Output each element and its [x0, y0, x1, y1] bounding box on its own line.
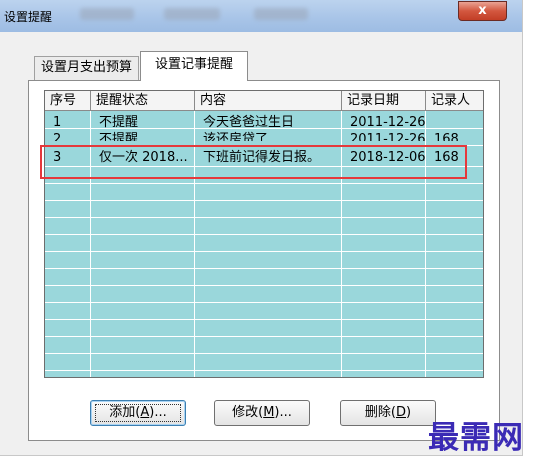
window-title: 设置提醒: [4, 10, 53, 24]
cell-content: 该还房贷了: [203, 132, 269, 141]
grid-line: [45, 251, 483, 252]
column-header-date[interactable]: 记录日期: [342, 91, 426, 110]
tab-monthly-budget[interactable]: 设置月支出预算: [34, 56, 139, 80]
blurred-title-text: [254, 8, 308, 20]
grid-line: [45, 319, 483, 320]
grid-line: [45, 353, 483, 354]
cell-status: 不提醒: [99, 115, 139, 130]
delete-button-suffix: ): [406, 405, 412, 420]
edit-button[interactable]: 修改(M)...: [214, 400, 310, 426]
highlight-annotation-box: [40, 145, 467, 179]
cell-index: 1: [53, 115, 62, 130]
edit-button-mnemonic: M: [263, 405, 275, 420]
cell-date: 2011-12-26: [350, 115, 426, 130]
title-bar[interactable]: 设置提醒 x: [0, 0, 522, 32]
focus-rectangle: [95, 404, 181, 422]
column-header-content[interactable]: 内容: [195, 91, 342, 110]
table-row[interactable]: 2 不提醒 该还房贷了 2011-12-26 168: [45, 131, 483, 141]
cell-content: 今天爸爸过生日: [203, 115, 295, 130]
screen: 设置提醒 x 设置月支出预算 设置记事提醒 序号 提醒状态 内容 记录日期 记录…: [0, 0, 541, 464]
grid-line: [45, 302, 483, 303]
tab-note-reminders[interactable]: 设置记事提醒: [140, 51, 248, 81]
grid-line: [45, 217, 483, 218]
cell-recorder: 168: [434, 132, 459, 141]
grid-line: [45, 183, 483, 184]
delete-button-mnemonic: D: [395, 405, 406, 420]
grid-line: [45, 336, 483, 337]
cell-date: 2011-12-26: [350, 132, 426, 141]
close-button[interactable]: x: [458, 1, 507, 21]
edit-button-label: 修改(: [232, 405, 264, 420]
grid-line: [45, 370, 483, 371]
reminder-list[interactable]: 序号 提醒状态 内容 记录日期 记录人 1 不提醒 今天爸爸过生日 2011-1…: [44, 90, 484, 378]
close-icon: x: [478, 3, 487, 18]
column-header-index[interactable]: 序号: [45, 91, 91, 110]
edit-button-suffix: )...: [274, 405, 292, 420]
watermark-logo: 最需网: [428, 420, 524, 456]
grid-line: [45, 285, 483, 286]
cell-recorder: [426, 114, 483, 131]
column-header-status[interactable]: 提醒状态: [91, 91, 195, 110]
table-row[interactable]: 1 不提醒 今天爸爸过生日 2011-12-26: [45, 114, 483, 131]
dialog-window: 设置提醒 x 设置月支出预算 设置记事提醒 序号 提醒状态 内容 记录日期 记录…: [0, 0, 523, 456]
grid-line: [45, 234, 483, 235]
blurred-title-text: [164, 8, 220, 20]
blurred-title-text: [80, 8, 134, 20]
list-header: 序号 提醒状态 内容 记录日期 记录人: [45, 91, 483, 111]
cell-status: 不提醒: [99, 132, 139, 141]
delete-button-label: 删除(: [364, 405, 396, 420]
delete-button[interactable]: 删除(D): [340, 400, 436, 426]
column-header-recorder[interactable]: 记录人: [426, 91, 483, 110]
add-button[interactable]: 添加(A)...: [90, 400, 186, 426]
grid-line: [45, 200, 483, 201]
grid-line: [45, 268, 483, 269]
cell-index: 2: [53, 132, 62, 141]
